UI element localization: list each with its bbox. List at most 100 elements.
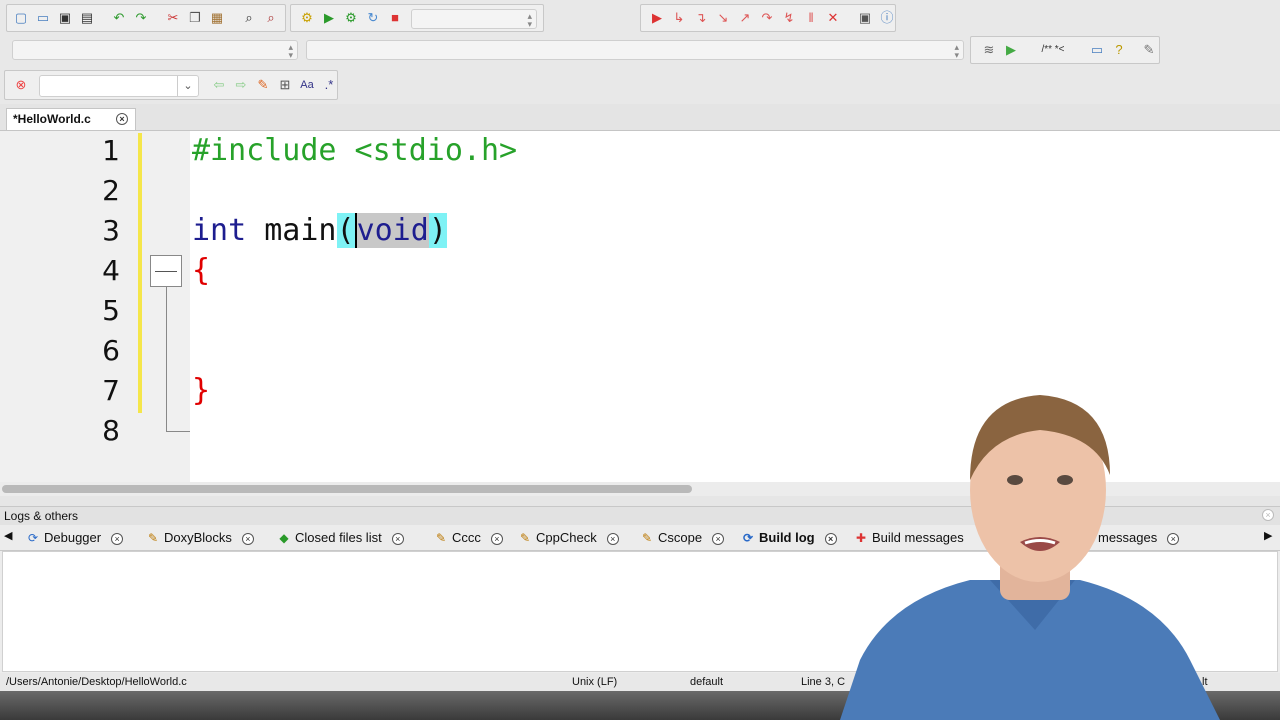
tab-debugger[interactable]: ⟳ Debugger × [26, 529, 124, 547]
run-to-cursor-icon[interactable]: ↳ [671, 10, 687, 26]
tab-label: DoxyBlocks [164, 530, 232, 545]
save-icon[interactable]: ▣ [57, 10, 73, 26]
status-encoding: default [690, 676, 724, 688]
select-arrows-icon: ▴ ▾ [288, 42, 293, 60]
break-icon[interactable]: ‖ [803, 10, 819, 26]
paren-open: ( [336, 213, 355, 248]
step-out-icon[interactable]: ↗ [737, 10, 753, 26]
tab-doxyblocks[interactable]: ✎ DoxyBlocks × [146, 529, 254, 547]
replace-icon[interactable]: ⌕ [263, 10, 279, 26]
tab-label: Debugger [44, 530, 102, 545]
close-icon[interactable]: × [712, 532, 725, 545]
build-target-select[interactable]: ▴ ▾ [411, 9, 537, 29]
build-run-icon[interactable]: ⚙ [343, 10, 359, 26]
scroll-right-icon[interactable]: ▶ [1264, 529, 1272, 542]
selected-text-icon[interactable]: ⊞ [277, 77, 293, 93]
select-arrows-icon: ▴ ▾ [954, 42, 959, 60]
close-icon[interactable]: × [391, 532, 404, 545]
doxywizard-icon[interactable]: ≋ [981, 42, 997, 58]
next-instruction-icon[interactable]: ↷ [759, 10, 775, 26]
preferences-icon[interactable]: ✎ [1141, 42, 1157, 58]
search-toolbar: ⊗ ⌄ ⇦ ⇨ ✎ ⊞ Aa .* [0, 66, 1280, 104]
doxyblocks-icon: ✎ [147, 531, 159, 545]
find-previous-icon[interactable]: ⇦ [211, 77, 227, 93]
scrollbar-thumb[interactable] [2, 485, 692, 493]
tab-cccc[interactable]: ✎ Cccc × [434, 529, 503, 547]
save-all-icon[interactable]: ▤ [79, 10, 95, 26]
brace-open: { [192, 253, 211, 288]
tab-closed-files[interactable]: ◆ Closed files list × [277, 529, 404, 547]
status-file-path: /Users/Antonie/Desktop/HelloWorld.c [6, 676, 187, 688]
close-icon[interactable]: × [241, 532, 254, 545]
block-comment-icon[interactable]: /** *< [1033, 42, 1073, 58]
debug-windows-icon[interactable]: ▣ [857, 10, 873, 26]
tab-label: Build log [759, 530, 815, 545]
redo-icon[interactable]: ↷ [133, 10, 149, 26]
fold-toggle-icon[interactable] [150, 255, 182, 287]
tab-helloworld[interactable]: *HelloWorld.c × [6, 108, 136, 130]
code-line-include: #include <stdio.h> [192, 133, 518, 168]
tab-label: Cscope [658, 530, 703, 545]
step-into-instruction-icon[interactable]: ↯ [781, 10, 797, 26]
search-toolbar-group: ⊗ ⌄ ⇦ ⇨ ✎ ⊞ Aa .* [4, 70, 338, 100]
tab-label: Cccc [452, 530, 481, 545]
tab-cppcheck[interactable]: ✎ CppCheck × [518, 529, 619, 547]
tab-label: CppCheck [536, 530, 597, 545]
paste-icon[interactable]: ▦ [209, 10, 225, 26]
cccc-icon: ✎ [435, 531, 447, 545]
chm-icon[interactable]: ? [1111, 42, 1127, 58]
brace-close: } [192, 373, 211, 408]
fold-end [166, 431, 190, 432]
keyword-int: int [192, 213, 247, 248]
copy-icon[interactable]: ❐ [187, 10, 203, 26]
new-file-icon[interactable]: ▢ [13, 10, 29, 26]
find-next-icon[interactable]: ⇨ [233, 77, 249, 93]
undo-icon[interactable]: ↶ [111, 10, 127, 26]
close-icon[interactable]: × [1262, 509, 1274, 521]
status-line-ending: Unix (LF) [572, 676, 618, 688]
scroll-left-icon[interactable]: ◀ [4, 529, 12, 542]
close-icon[interactable]: × [111, 532, 124, 545]
function-select[interactable]: ▴ ▾ [306, 40, 964, 60]
build-toolbar: ⚙ ▶ ⚙ ↻ ■ ▴ ▾ [290, 4, 544, 32]
open-icon[interactable]: ▭ [35, 10, 51, 26]
select-arrows-icon: ▴ ▾ [527, 11, 532, 29]
chevron-down-icon[interactable]: ⌄ [177, 76, 198, 96]
stop-debugger-icon[interactable]: ✕ [825, 10, 841, 26]
search-input[interactable]: ⌄ [39, 75, 199, 97]
html-output-icon[interactable]: ▭ [1089, 42, 1105, 58]
debug-run-icon[interactable]: ▶ [649, 10, 665, 26]
tab-cscope[interactable]: ✎ Cscope × [640, 529, 725, 547]
match-case-icon[interactable]: Aa [299, 77, 315, 93]
cppcheck-icon: ✎ [519, 531, 531, 545]
line-number: 3 [102, 214, 120, 247]
rebuild-icon[interactable]: ↻ [365, 10, 381, 26]
close-icon[interactable]: × [490, 532, 503, 545]
paren-close: ) [428, 213, 447, 248]
step-into-icon[interactable]: ↘ [715, 10, 731, 26]
build-icon[interactable]: ⚙ [299, 10, 315, 26]
code-line-main: int main(void) [192, 211, 447, 251]
doxy-extract-icon[interactable]: ▶ [1003, 42, 1019, 58]
highlight-icon[interactable]: ✎ [255, 77, 271, 93]
main-toolbar: ▢ ▭ ▣ ▤ ↶ ↷ ✂ ❐ ▦ ⌕ ⌕ ⚙ ▶ ⚙ ↻ ■ ▴ ▾ ▶ ↳ ↴… [0, 0, 1280, 36]
function-name: main [246, 213, 337, 248]
info-icon[interactable]: ⓘ [879, 10, 895, 26]
regex-icon[interactable]: .* [321, 77, 337, 93]
logs-panel-title: Logs & others [4, 509, 79, 523]
debugger-icon: ⟳ [27, 531, 39, 545]
tab-label: Closed files list [295, 530, 382, 545]
abort-icon[interactable]: ■ [387, 10, 403, 26]
next-line-icon[interactable]: ↴ [693, 10, 709, 26]
line-number: 8 [102, 414, 120, 447]
run-icon[interactable]: ▶ [321, 10, 337, 26]
close-icon[interactable]: × [606, 532, 619, 545]
scope-select[interactable]: ▴ ▾ [12, 40, 298, 60]
find-icon[interactable]: ⌕ [241, 10, 257, 26]
doxy-toolbar: ≋ ▶ /** *< ▭ ? ✎ [970, 36, 1160, 64]
file-toolbar: ▢ ▭ ▣ ▤ ↶ ↷ ✂ ❐ ▦ ⌕ ⌕ [6, 4, 286, 32]
clear-search-icon[interactable]: ⊗ [13, 77, 29, 93]
line-number: 2 [102, 174, 120, 207]
cut-icon[interactable]: ✂ [165, 10, 181, 26]
close-icon[interactable]: × [116, 113, 128, 125]
